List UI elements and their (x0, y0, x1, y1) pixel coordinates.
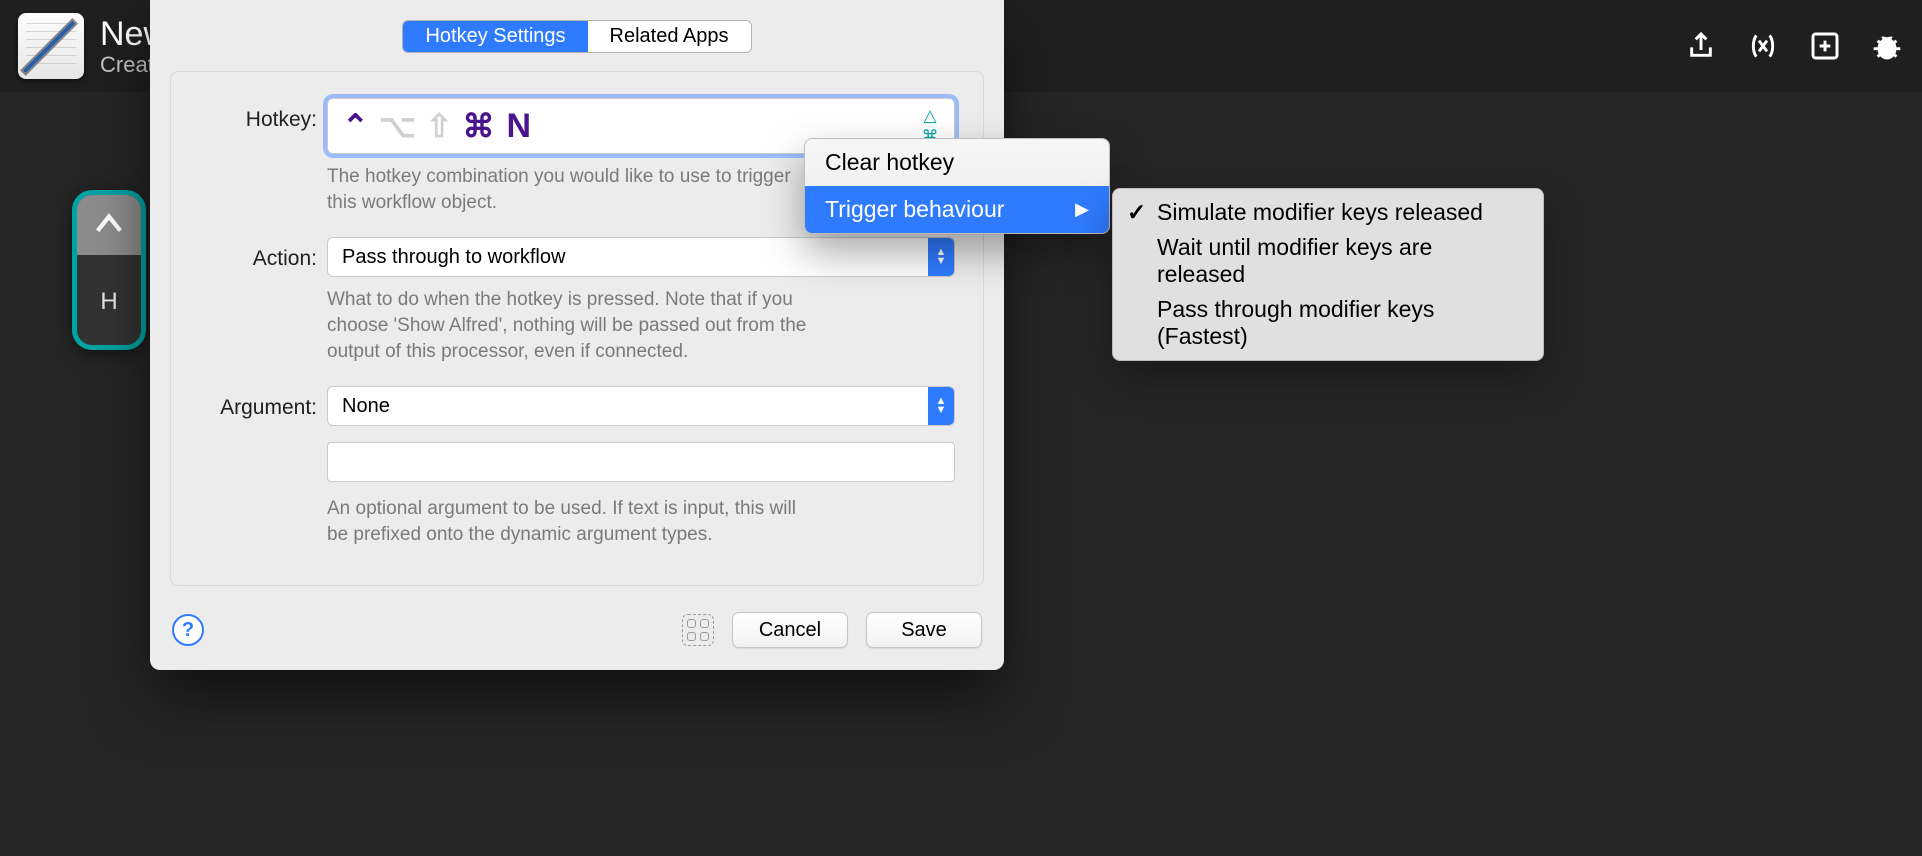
hotkey-context-menu: Clear hotkey Trigger behaviour ▶ (804, 138, 1110, 234)
grid-icon[interactable] (682, 614, 714, 646)
submenu-arrow-icon: ▶ (1075, 199, 1089, 220)
submenu-wait-released[interactable]: Wait until modifier keys are released (1113, 230, 1543, 292)
help-button[interactable]: ? (172, 614, 204, 646)
hotkey-hint: The hotkey combination you would like to… (327, 164, 807, 215)
argument-select[interactable]: None ▲▼ (327, 386, 955, 426)
save-button[interactable]: Save (866, 612, 982, 648)
action-select[interactable]: Pass through to workflow ▲▼ (327, 237, 955, 277)
select-caret-icon: ▲▼ (928, 238, 954, 276)
control-mod-icon: ⌃ (342, 107, 369, 145)
action-label: Action: (199, 237, 327, 271)
menu-trigger-behaviour-label: Trigger behaviour (825, 196, 1004, 223)
shift-mod-icon: ⇧ (426, 107, 453, 145)
workflow-node-label: H (77, 255, 141, 349)
debug-icon[interactable] (1870, 29, 1904, 63)
argument-hint: An optional argument to be used. If text… (327, 496, 807, 547)
dialog-tabs: Hotkey Settings Related Apps (402, 20, 751, 53)
control-mod-icon (77, 195, 141, 255)
variables-icon[interactable] (1746, 29, 1780, 63)
hotkey-label: Hotkey: (199, 98, 327, 132)
app-icon (18, 13, 84, 79)
add-icon[interactable] (1808, 29, 1842, 63)
select-caret-icon: ▲▼ (928, 387, 954, 425)
submenu-simulate-released[interactable]: Simulate modifier keys released (1113, 195, 1543, 230)
argument-text-input[interactable] (327, 442, 955, 482)
cancel-button[interactable]: Cancel (732, 612, 848, 648)
dialog-footer: ? Cancel Save (150, 594, 1004, 670)
action-select-value: Pass through to workflow (342, 246, 565, 269)
menu-trigger-behaviour[interactable]: Trigger behaviour ▶ (805, 186, 1109, 233)
menu-clear-hotkey[interactable]: Clear hotkey (805, 139, 1109, 186)
hotkey-modifiers: ⌃ ⌥ ⇧ ⌘ (342, 107, 495, 145)
tab-related-apps[interactable]: Related Apps (588, 21, 751, 52)
action-hint: What to do when the hotkey is pressed. N… (327, 287, 807, 364)
hotkey-key: N (507, 107, 532, 146)
tab-hotkey-settings[interactable]: Hotkey Settings (403, 21, 587, 52)
share-icon[interactable] (1684, 29, 1718, 63)
hotkey-dialog: Hotkey Settings Related Apps Hotkey: ⌃ ⌥… (150, 0, 1004, 670)
menu-clear-hotkey-label: Clear hotkey (825, 149, 954, 176)
workflow-node-hotkey[interactable]: H (72, 190, 146, 350)
trigger-behaviour-submenu: Simulate modifier keys released Wait unt… (1112, 188, 1544, 361)
argument-select-value: None (342, 395, 390, 418)
option-mod-icon: ⌥ (379, 107, 416, 145)
command-mod-icon: ⌘ (463, 107, 495, 145)
argument-label: Argument: (199, 386, 327, 420)
submenu-pass-through[interactable]: Pass through modifier keys (Fastest) (1113, 292, 1543, 354)
